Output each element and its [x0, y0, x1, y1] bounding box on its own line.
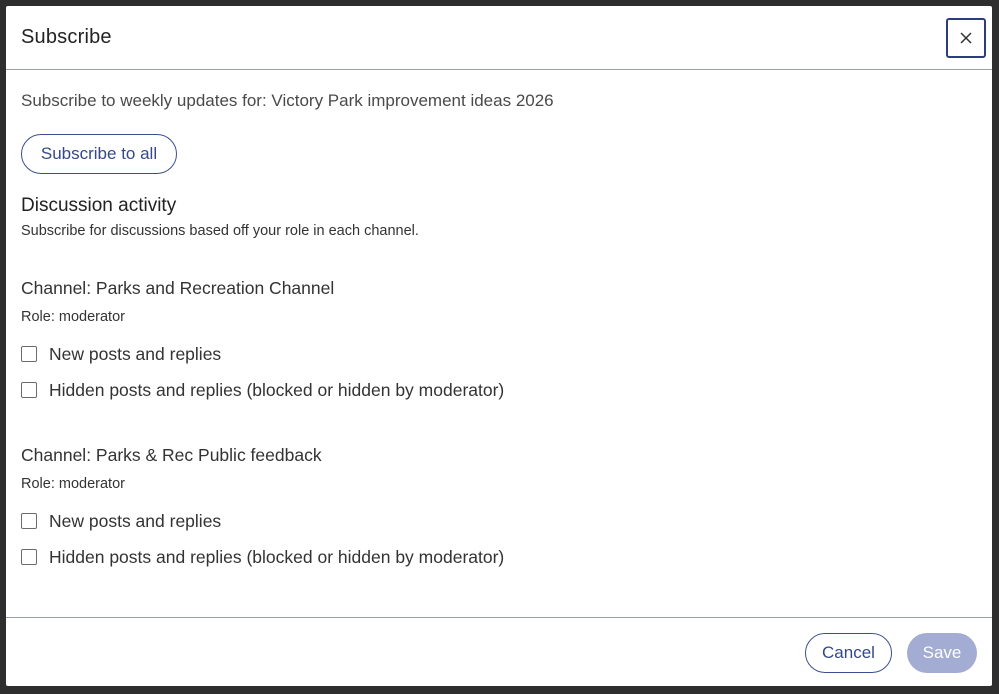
channel-role: Role: moderator	[21, 309, 125, 325]
dialog-header: Subscribe	[6, 6, 992, 70]
new-posts-option[interactable]: New posts and replies	[21, 510, 221, 532]
channel-role: Role: moderator	[21, 476, 125, 492]
option-label: New posts and replies	[49, 510, 222, 531]
hidden-posts-option[interactable]: Hidden posts and replies (blocked or hid…	[21, 546, 504, 568]
option-label: New posts and replies	[49, 343, 222, 364]
channel-name: Channel: Parks & Rec Public feedback	[21, 445, 322, 465]
channel-name: Channel: Parks and Recreation Channel	[21, 278, 335, 298]
save-button[interactable]: Save	[907, 633, 977, 673]
project-title: Victory Park improvement ideas 2026	[271, 91, 554, 110]
subscribe-to-all-button[interactable]: Subscribe to all	[21, 134, 177, 174]
option-label: Hidden posts and replies (blocked or hid…	[49, 379, 505, 400]
close-icon	[960, 32, 972, 44]
hidden-posts-checkbox[interactable]	[21, 549, 37, 565]
intro-prefix: Subscribe to weekly updates for:	[21, 91, 272, 110]
section-subtitle: Subscribe for discussions based off your…	[21, 223, 419, 239]
section-heading: Discussion activity	[21, 195, 177, 216]
dialog-title: Subscribe	[21, 26, 112, 48]
hidden-posts-checkbox[interactable]	[21, 382, 37, 398]
close-button[interactable]	[946, 18, 986, 58]
new-posts-checkbox[interactable]	[21, 513, 37, 529]
subscribe-dialog: Subscribe Subscribe to weekly updates fo…	[6, 6, 992, 686]
dialog-footer: Cancel Save	[6, 617, 992, 686]
cancel-button[interactable]: Cancel	[805, 633, 892, 673]
hidden-posts-option[interactable]: Hidden posts and replies (blocked or hid…	[21, 379, 504, 401]
option-label: Hidden posts and replies (blocked or hid…	[49, 546, 505, 567]
new-posts-checkbox[interactable]	[21, 346, 37, 362]
new-posts-option[interactable]: New posts and replies	[21, 343, 221, 365]
intro-text: Subscribe to weekly updates for: Victory…	[21, 91, 554, 111]
dialog-body: Subscribe to weekly updates for: Victory…	[6, 71, 992, 617]
